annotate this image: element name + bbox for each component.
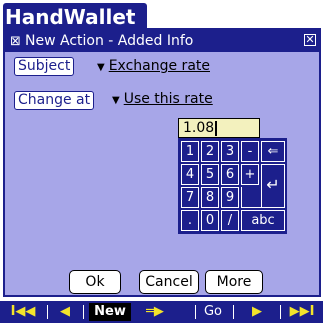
enter-icon[interactable]: ↵ xyxy=(261,164,285,208)
chevron-down-icon: ▼ xyxy=(112,95,120,106)
key-divide[interactable]: / xyxy=(221,210,239,231)
new-action-dialog: ⊠ New Action - Added Info ✕ Subject ▼ Exc… xyxy=(3,28,321,297)
more-button[interactable]: More xyxy=(205,270,263,294)
subject-trigger[interactable]: ▼ Exchange rate xyxy=(97,57,210,76)
new-button[interactable]: New xyxy=(89,303,131,321)
key-0[interactable]: 0 xyxy=(201,210,219,231)
key-9[interactable]: 9 xyxy=(221,187,239,208)
change-at-value: Use this rate xyxy=(123,91,213,107)
bottom-toolbar: I◀◀ ◀ New ═▶ Go ▶ ▶▶I xyxy=(0,301,323,323)
toolbar-divider xyxy=(280,305,281,319)
key-2[interactable]: 2 xyxy=(201,141,219,162)
dialog-menu-icon[interactable]: ⊠ xyxy=(10,31,21,53)
key-minus[interactable]: - xyxy=(241,141,259,162)
transfer-icon[interactable]: ═▶ xyxy=(135,303,175,321)
rate-input[interactable]: 1.08 xyxy=(178,118,260,138)
toolbar-divider xyxy=(195,305,196,319)
key-plus[interactable]: + xyxy=(241,164,259,185)
app-title: HandWallet xyxy=(3,3,147,31)
chevron-down-icon: ▼ xyxy=(97,62,105,73)
cancel-button[interactable]: Cancel xyxy=(139,270,199,294)
key-4[interactable]: 4 xyxy=(181,164,199,185)
numeric-keypad: 1 2 3 - ⇐ 4 5 6 + ↵ 7 8 9 . 0 / abc xyxy=(178,138,287,234)
dialog-title: New Action - Added Info xyxy=(25,33,194,49)
next-icon[interactable]: ▶ xyxy=(240,303,274,321)
backspace-icon[interactable]: ⇐ xyxy=(261,141,285,162)
toolbar-divider xyxy=(83,305,84,319)
toolbar-divider xyxy=(47,305,48,319)
key-7[interactable]: 7 xyxy=(181,187,199,208)
change-at-label[interactable]: Change at xyxy=(14,91,95,110)
key-8[interactable]: 8 xyxy=(201,187,219,208)
go-button[interactable]: Go xyxy=(198,303,228,321)
last-page-icon[interactable]: ▶▶I xyxy=(283,303,321,321)
ok-button[interactable]: Ok xyxy=(69,270,121,294)
dialog-title-bar: ⊠ New Action - Added Info ✕ xyxy=(5,30,319,52)
key-decimal[interactable]: . xyxy=(181,210,199,231)
key-6[interactable]: 6 xyxy=(221,164,239,185)
close-icon[interactable]: ✕ xyxy=(304,34,316,46)
change-at-trigger[interactable]: ▼ Use this rate xyxy=(112,90,213,109)
subject-value: Exchange rate xyxy=(108,58,210,74)
text-cursor xyxy=(215,120,218,136)
abc-key[interactable]: abc xyxy=(241,210,285,231)
first-page-icon[interactable]: I◀◀ xyxy=(3,303,43,321)
rate-input-value: 1.08 xyxy=(183,120,215,136)
key-1[interactable]: 1 xyxy=(181,141,199,162)
previous-icon[interactable]: ◀ xyxy=(51,303,79,321)
subject-label[interactable]: Subject xyxy=(14,57,75,76)
toolbar-divider xyxy=(233,305,234,319)
key-5[interactable]: 5 xyxy=(201,164,219,185)
key-3[interactable]: 3 xyxy=(221,141,239,162)
